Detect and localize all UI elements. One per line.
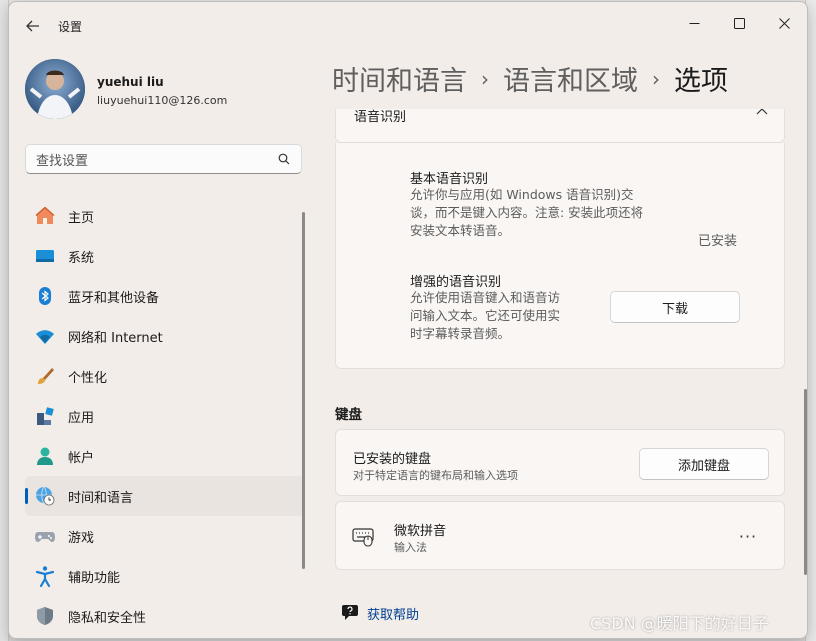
sidebar-item-time-language[interactable]: 时间和语言 — [25, 476, 305, 516]
sidebar-item-privacy[interactable]: 隐私和安全性 — [25, 596, 305, 636]
sidebar-item-label: 辅助功能 — [68, 570, 121, 586]
installed-keyboards-subtitle: 对于特定语言的键布局和输入选项 — [353, 469, 518, 482]
sidebar-item-home[interactable]: 主页 — [25, 196, 305, 236]
enhanced-speech-title: 增强的语音识别 — [410, 275, 502, 290]
add-keyboard-button[interactable]: 添加键盘 — [639, 448, 769, 480]
sidebar-item-label: 时间和语言 — [68, 490, 134, 506]
sidebar-item-label: 应用 — [68, 410, 95, 426]
help-icon — [341, 603, 359, 621]
speech-recognition-title: 语音识别 — [354, 110, 407, 125]
speech-recognition-header[interactable]: 语音识别 — [335, 109, 785, 143]
content-scrollbar[interactable] — [804, 389, 807, 575]
sidebar-item-label: 蓝牙和其他设备 — [68, 290, 160, 306]
globe-clock-icon — [34, 485, 56, 507]
sidebar-item-personalization[interactable]: 个性化 — [25, 356, 305, 396]
search-icon — [277, 152, 291, 166]
breadcrumb-separator: › — [652, 66, 660, 91]
paintbrush-icon — [34, 365, 56, 387]
installed-keyboards-title: 已安装的键盘 — [353, 452, 432, 467]
description-line: 问输入文本。它还可使用实 — [410, 308, 561, 323]
sidebar-item-label: 系统 — [68, 250, 95, 266]
enhanced-speech-description: 允许使用语音键入和语音访 问输入文本。它还可使用实 时字幕转录音频。 — [410, 289, 590, 343]
user-email: liuyuehui110@126.com — [97, 94, 228, 107]
installed-keyboards-card: 已安装的键盘 对于特定语言的键布局和输入选项 添加键盘 — [335, 429, 785, 496]
wifi-icon — [34, 325, 56, 347]
shield-icon — [34, 605, 56, 627]
basic-speech-title: 基本语音识别 — [410, 172, 489, 187]
breadcrumb-language-region[interactable]: 语言和区域 — [503, 59, 638, 98]
account-icon — [34, 445, 56, 467]
sidebar-item-accounts[interactable]: 帐户 — [25, 436, 305, 476]
title-bar: 设置 — [9, 2, 807, 46]
ime-type: 输入法 — [394, 541, 427, 554]
sidebar-item-accessibility[interactable]: 辅助功能 — [25, 556, 305, 596]
sidebar-item-apps[interactable]: 应用 — [25, 396, 305, 436]
sidebar-item-label: 游戏 — [68, 530, 95, 546]
home-icon — [34, 205, 56, 227]
close-icon — [778, 17, 790, 29]
gamepad-icon — [34, 525, 56, 547]
keyboard-icon — [352, 524, 376, 548]
sidebar-item-gaming[interactable]: 游戏 — [25, 516, 305, 556]
basic-speech-status: 已安装 — [698, 234, 738, 249]
get-help-link[interactable]: 获取帮助 — [367, 604, 419, 623]
sidebar-item-network[interactable]: 网络和 Internet — [25, 316, 305, 356]
breadcrumb: 时间和语言 › 语言和区域 › 选项 — [332, 59, 728, 98]
maximize-button[interactable] — [716, 8, 762, 38]
close-button[interactable] — [761, 8, 807, 38]
basic-speech-description: 允许你与应用(如 Windows 语音识别)交 谈，而不是键入内容。注意: 安装… — [410, 186, 672, 240]
sidebar-item-label: 隐私和安全性 — [68, 610, 147, 626]
speech-recognition-options: 基本语音识别 允许你与应用(如 Windows 语音识别)交 谈，而不是键入内容… — [335, 143, 785, 369]
more-options-button[interactable]: ··· — [728, 522, 768, 550]
arrow-left-icon — [26, 20, 39, 32]
sidebar-item-label: 帐户 — [68, 450, 95, 466]
description-line: 安装文本转语音。 — [410, 223, 511, 238]
system-monitor-icon — [34, 245, 56, 267]
settings-window: 设置 yuehui liu liuyuehui110@126.com 查找设置 — [8, 1, 808, 639]
main-content: 语音识别 基本语音识别 允许你与应用(如 Windows 语音识别)交 谈，而不… — [335, 109, 785, 638]
bluetooth-icon — [34, 285, 56, 307]
user-name: yuehui liu — [97, 75, 164, 89]
watermark: CSDN @暖阳下的好日子 — [590, 614, 769, 633]
app-title: 设置 — [58, 20, 83, 34]
sidebar-item-label: 主页 — [68, 210, 95, 226]
minimize-icon — [689, 22, 699, 24]
search-placeholder: 查找设置 — [36, 153, 89, 169]
active-indicator — [25, 488, 28, 504]
download-button[interactable]: 下载 — [610, 291, 740, 323]
page-title: 选项 — [674, 66, 728, 97]
apps-icon — [34, 405, 56, 427]
sidebar-item-label: 个性化 — [68, 370, 108, 386]
back-button[interactable] — [21, 14, 45, 38]
sidebar-nav: 主页 系统 蓝牙和其他设备 网络和 Internet 个性化 应用 帐户 时间和… — [25, 196, 305, 636]
breadcrumb-separator: › — [481, 66, 489, 91]
description-line: 允许你与应用(如 Windows 语音识别)交 — [410, 187, 634, 202]
breadcrumb-time-language[interactable]: 时间和语言 — [332, 59, 467, 98]
maximize-icon — [733, 17, 745, 29]
keyboard-section-title: 键盘 — [335, 407, 362, 423]
description-line: 允许使用语音键入和语音访 — [410, 290, 561, 305]
chevron-up-icon — [756, 109, 768, 118]
search-input[interactable]: 查找设置 — [25, 144, 302, 174]
sidebar-scrollbar[interactable] — [302, 212, 305, 569]
accessibility-icon — [34, 565, 56, 587]
avatar[interactable] — [25, 59, 85, 119]
description-line: 时字幕转录音频。 — [410, 326, 511, 341]
minimize-button[interactable] — [671, 8, 717, 38]
ime-name: 微软拼音 — [394, 524, 447, 539]
keyboard-list-item: 微软拼音 输入法 ··· — [335, 501, 785, 570]
sidebar-item-system[interactable]: 系统 — [25, 236, 305, 276]
description-line: 谈，而不是键入内容。注意: 安装此项还将 — [410, 205, 644, 220]
profile-photo — [25, 59, 85, 119]
sidebar-item-bluetooth[interactable]: 蓝牙和其他设备 — [25, 276, 305, 316]
sidebar-item-label: 网络和 Internet — [68, 330, 163, 346]
